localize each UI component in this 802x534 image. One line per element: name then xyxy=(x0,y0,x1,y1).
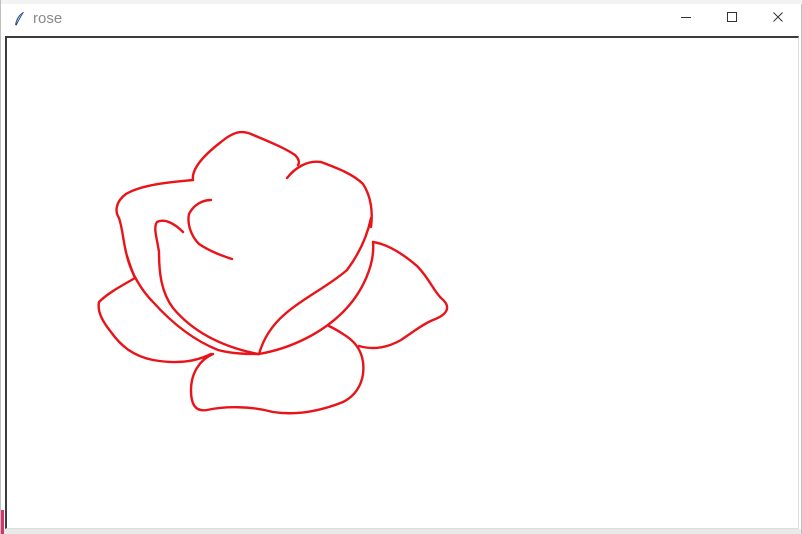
maximize-button[interactable] xyxy=(709,4,755,34)
window-controls xyxy=(663,4,801,34)
drawing-canvas[interactable] xyxy=(5,36,799,529)
minimize-icon xyxy=(680,10,692,28)
rose-lower-left-petal xyxy=(97,276,213,364)
close-button[interactable] xyxy=(755,4,801,34)
rose-top-curl xyxy=(191,130,301,182)
title-bar[interactable]: rose xyxy=(1,4,801,34)
rose-left-petal-down xyxy=(125,254,261,356)
maximize-icon xyxy=(726,10,738,28)
rose-top-right-petal xyxy=(285,160,373,229)
rose-drawing xyxy=(97,130,449,415)
rose-bud-bowl xyxy=(257,240,375,356)
rose-inner-petal xyxy=(154,219,260,356)
window-title: rose xyxy=(33,10,63,27)
close-icon xyxy=(772,10,784,28)
taskbar-accent xyxy=(1,510,4,534)
minimize-button[interactable] xyxy=(663,4,709,34)
rose-inner-swirl xyxy=(187,198,234,261)
window-bottom-edge xyxy=(1,529,801,534)
rose-bottom-petal xyxy=(189,324,365,415)
feather-icon xyxy=(11,11,27,27)
app-window: rose xyxy=(0,0,802,534)
